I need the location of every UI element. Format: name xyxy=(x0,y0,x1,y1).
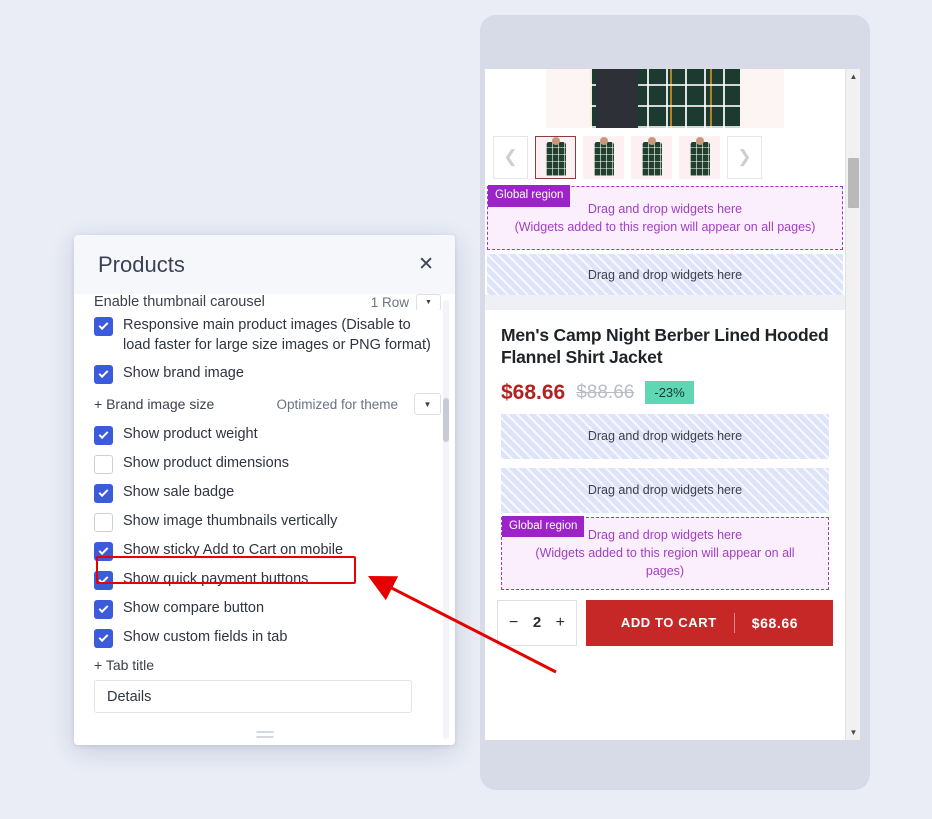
tab-title-label: + Tab title xyxy=(94,657,155,674)
close-icon[interactable]: ✕ xyxy=(418,255,434,274)
checkbox-label: Show quick payment buttons xyxy=(123,571,309,588)
checkbox-label: Show sticky Add to Cart on mobile xyxy=(123,542,344,559)
global-region-bottom-line2: (Widgets added to this region will appea… xyxy=(535,546,795,561)
global-region-top-line2: (Widgets added to this region will appea… xyxy=(514,220,816,234)
checkbox-show-quick-payment-buttons[interactable]: Show quick payment buttons xyxy=(94,570,441,591)
modal-header: Products ✕ xyxy=(74,235,455,294)
global-region-badge-top: Global region xyxy=(488,185,571,207)
global-region-top[interactable]: Global region Drag and drop widgets here… xyxy=(487,185,843,250)
global-region-bottom-line3: pages) xyxy=(645,564,685,579)
modal-title: Products xyxy=(98,251,185,277)
checkbox-show-custom-fields-in-tab[interactable]: Show custom fields in tab xyxy=(94,628,441,649)
modal-scrollbar-thumb[interactable] xyxy=(443,398,449,442)
checkbox-show-brand-image[interactable]: Show brand image xyxy=(94,364,441,385)
sticky-add-to-cart-bar: − 2 + ADD TO CART $68.66 xyxy=(485,589,845,652)
chevron-down-icon[interactable]: ▼ xyxy=(414,393,441,416)
thumbnail-3[interactable] xyxy=(631,135,672,179)
brand-image-size-value: Optimized for theme xyxy=(276,396,398,412)
settings-list: Enable thumbnail carousel 1 Row ▼ Respon… xyxy=(74,294,455,745)
checkbox-icon[interactable] xyxy=(94,629,113,649)
modal-resize-handle[interactable] xyxy=(256,731,273,738)
quantity-value: 2 xyxy=(532,614,542,632)
thumbnail-image-2 xyxy=(593,141,614,176)
checkbox-icon[interactable] xyxy=(94,571,113,591)
thumbnail-1[interactable] xyxy=(535,135,576,179)
thumbnail-image-1 xyxy=(545,141,566,176)
jacket-image xyxy=(590,69,740,128)
checkbox-show-image-thumbnails-vertically[interactable]: Show image thumbnails vertically xyxy=(94,512,441,533)
checkbox-label: Show image thumbnails vertically xyxy=(123,513,338,530)
add-to-cart-price: $68.66 xyxy=(751,614,799,631)
quantity-increase-button[interactable]: + xyxy=(556,614,565,632)
modal-body: Enable thumbnail carousel 1 Row ▼ Respon… xyxy=(74,294,455,745)
add-to-cart-label: ADD TO CART xyxy=(620,615,717,631)
hero-image-pad xyxy=(546,69,784,128)
checkbox-icon[interactable] xyxy=(94,513,113,533)
checkbox-label: Show compare button xyxy=(123,600,265,617)
checkbox-icon[interactable] xyxy=(94,365,113,385)
preview-screen: ❮ ❯ Global region Drag and drop widgets … xyxy=(485,69,860,740)
preview-scrollbar-thumb[interactable] xyxy=(848,158,859,208)
setting-brand-image-size[interactable]: + Brand image size Optimized for theme ▼ xyxy=(94,393,441,416)
checkbox-icon[interactable] xyxy=(94,317,113,336)
add-to-cart-button[interactable]: ADD TO CART $68.66 xyxy=(586,599,833,646)
global-region-bottom[interactable]: Global region Drag and drop widgets here… xyxy=(501,515,829,590)
add-to-cart-separator xyxy=(733,612,735,633)
checkbox-responsive-main-product-images[interactable]: Responsive main product images (Disable … xyxy=(94,316,441,355)
modal-scrollbar[interactable] xyxy=(443,300,449,739)
checkbox-icon[interactable] xyxy=(94,455,113,475)
checkbox-label: Show product dimensions xyxy=(123,455,290,472)
thumbnail-image-4 xyxy=(689,141,710,176)
enable-thumbnail-carousel-label: Enable thumbnail carousel xyxy=(94,294,265,310)
products-settings-modal: Products ✕ Enable thumbnail carousel 1 R… xyxy=(74,235,455,745)
global-region-top-line1: Drag and drop widgets here xyxy=(587,201,743,216)
quantity-stepper[interactable]: − 2 + xyxy=(497,599,577,646)
checkbox-label: Show product weight xyxy=(123,426,258,443)
checkbox-icon[interactable] xyxy=(94,484,113,504)
checkbox-label: Responsive main product images (Disable … xyxy=(123,317,431,353)
brand-image-size-label: + Brand image size xyxy=(94,396,215,413)
preview-scrollbar[interactable]: ▲ ▼ xyxy=(845,69,860,740)
thumbnail-carousel: ❮ ❯ xyxy=(485,128,845,186)
scroll-up-arrow-icon[interactable]: ▲ xyxy=(846,69,860,84)
product-title: Men's Camp Night Berber Lined Hooded Fla… xyxy=(501,325,829,368)
product-price: $68.66 xyxy=(501,380,566,404)
global-region-badge-bottom: Global region xyxy=(502,515,585,538)
preview-content: ❮ ❯ Global region Drag and drop widgets … xyxy=(485,69,845,740)
product-hero-image xyxy=(485,69,845,128)
scroll-down-arrow-icon[interactable]: ▼ xyxy=(846,725,860,740)
global-region-bottom-line1: Drag and drop widgets here xyxy=(587,528,743,543)
checkbox-show-sale-badge[interactable]: Show sale badge xyxy=(94,483,441,504)
sale-badge: -23% xyxy=(645,381,694,405)
chevron-down-icon[interactable]: ▼ xyxy=(416,294,441,310)
price-row: $68.66 $88.66 -23% xyxy=(501,381,829,405)
checkbox-icon[interactable] xyxy=(94,600,113,620)
dropzone-mid-1[interactable]: Drag and drop widgets here xyxy=(501,413,829,459)
checkbox-show-product-dimensions[interactable]: Show product dimensions xyxy=(94,454,441,475)
tab-title-input[interactable]: Details xyxy=(94,680,412,714)
quantity-decrease-button[interactable]: − xyxy=(509,614,518,632)
thumbnail-2[interactable] xyxy=(583,135,624,179)
carousel-next-button[interactable]: ❯ xyxy=(727,135,762,179)
thumbnail-carousel-value: 1 Row xyxy=(370,294,409,310)
thumbnail-4[interactable] xyxy=(679,135,720,179)
carousel-prev-button[interactable]: ❮ xyxy=(493,135,528,179)
checkbox-icon[interactable] xyxy=(94,426,113,446)
product-compare-price: $88.66 xyxy=(576,381,635,403)
checkbox-icon[interactable] xyxy=(94,542,113,562)
screenshot-root: ❮ ❯ Global region Drag and drop widgets … xyxy=(0,0,932,819)
section-divider xyxy=(485,295,845,310)
dropzone-mid-2[interactable]: Drag and drop widgets here xyxy=(501,467,829,513)
checkbox-show-compare-button[interactable]: Show compare button xyxy=(94,599,441,620)
dropzone-top[interactable]: Drag and drop widgets here xyxy=(487,254,843,295)
checkbox-label: Show sale badge xyxy=(123,484,235,501)
setting-enable-thumbnail-carousel[interactable]: Enable thumbnail carousel 1 Row ▼ xyxy=(94,294,441,310)
checkbox-show-product-weight[interactable]: Show product weight xyxy=(94,425,441,446)
thumbnail-image-3 xyxy=(641,141,662,176)
product-info: Men's Camp Night Berber Lined Hooded Fla… xyxy=(485,310,845,405)
checkbox-label: Show brand image xyxy=(123,365,244,382)
checkbox-show-sticky-add-to-cart-on-mobile[interactable]: Show sticky Add to Cart on mobile xyxy=(94,541,441,562)
checkbox-label: Show custom fields in tab xyxy=(123,629,288,646)
